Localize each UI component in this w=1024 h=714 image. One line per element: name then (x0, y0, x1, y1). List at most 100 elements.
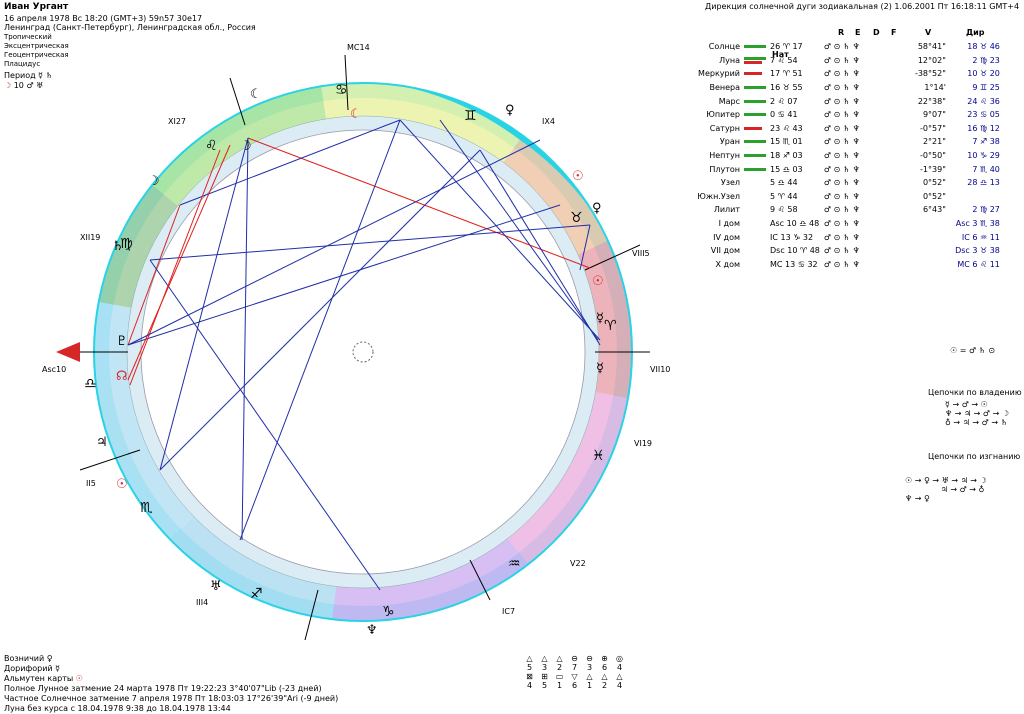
planet-bar (742, 162, 768, 176)
house-7-label: VII10 (650, 365, 670, 374)
dignity-cells: ♂ ⊙ ♄ ♆ (823, 69, 860, 79)
sun2-glyph: ☉ (592, 274, 604, 289)
planet-direction: Asc 3 ♏ 38 (955, 219, 1000, 229)
planet-name: Лилит (713, 205, 740, 215)
count: 4 (616, 681, 623, 690)
planet-row: Южн.Узел 5 ♈ 44 ♂ ⊙ ♄ ♆ 0°52" (676, 190, 1002, 204)
dignity-cells: ♂ ⊙ ♄ ♆ (823, 205, 860, 215)
libra-glyph: ♎ (84, 376, 97, 392)
mars-glyph: ☽ (148, 174, 160, 189)
planet-bar (742, 230, 768, 244)
planet-name: Венера (709, 83, 740, 93)
aquarius-glyph: ♒ (508, 556, 521, 572)
planet-name: Сатурн (709, 123, 740, 133)
dignity-cells: ♂ ⊙ ♄ ♆ (823, 55, 860, 65)
planet-position: Dsc 10 ♈ 48 (770, 246, 820, 256)
planet-name: Плутон (709, 164, 740, 174)
count: 7 (571, 663, 578, 672)
planet-position: 7 ♌ 54 (770, 55, 798, 65)
planet-direction: Dsc 3 ♉ 38 (955, 246, 1000, 256)
sun-south-glyph: ☉ (116, 477, 128, 492)
moon-mc-glyph: ☾ (250, 87, 262, 102)
mercury2-glyph: ☿ (596, 361, 604, 376)
planet-position: 0 ♋ 41 (770, 110, 798, 120)
neptune-glyph: ♆ (366, 623, 378, 638)
figure-icon: △ (586, 672, 593, 681)
planet-direction: MC 6 ♌ 11 (957, 259, 1000, 269)
planet-bar (742, 81, 768, 95)
planet-direction: 2 ♍ 23 (972, 55, 1000, 65)
planet-position: 17 ♈ 51 (770, 69, 803, 79)
figure-icon: ⊠ (526, 672, 533, 681)
house-3-label: III4 (196, 598, 208, 607)
pisces-glyph: ♓ (592, 448, 605, 464)
house-11-label: XI27 (168, 117, 186, 126)
planet-bar (742, 176, 768, 190)
planet-bar (742, 190, 768, 204)
planet-aspect: 6°43" (922, 205, 946, 215)
figure-icon: ⊖ (586, 654, 593, 663)
count: 1 (556, 681, 563, 690)
dignity-cells: ♂ ⊙ ♄ ♆ (823, 232, 860, 242)
planet-row: VII дом Dsc 10 ♈ 48 ♂ ⊙ ♄ ♆ Dsc 3 ♉ 38 (676, 244, 1002, 258)
planet-direction: 7 ♏ 40 (972, 164, 1000, 174)
gemini-glyph: ♊ (464, 108, 477, 124)
ownership-title: Цепочки по владению (928, 388, 1022, 397)
planet-name: X дом (715, 259, 740, 269)
planet-aspect: 58°41" (917, 42, 946, 52)
dignity-cells: ♂ ⊙ ♄ ♆ (823, 137, 860, 147)
dignity-cells: ♂ ⊙ ♄ ♆ (823, 178, 860, 188)
count: 4 (616, 663, 623, 672)
exile-chain: ☉ → ♀ → ♅ → ♃ → ☽ ♃ → ♂ → ♁ ♆ → ♀ (905, 476, 987, 503)
planet-bar (742, 67, 768, 81)
jupiter-glyph: ♃ (96, 435, 108, 450)
almuten-label: Альмутен карты (4, 674, 74, 683)
planet-name: Уран (719, 137, 740, 147)
dignity-cells: ♂ ⊙ ♄ ♆ (823, 164, 860, 174)
pluto-glyph: ♇ (116, 334, 128, 349)
planet-position: Asc 10 ♎ 48 (770, 219, 820, 229)
planet-bar (742, 135, 768, 149)
uranus-glyph: ♅ (210, 579, 222, 594)
planet-direction: 10 ♑ 29 (967, 151, 1000, 161)
planet-row: X дом MC 13 ♋ 32 ♂ ⊙ ♄ ♆ MC 6 ♌ 11 (676, 258, 1002, 272)
house-2-label: II5 (86, 479, 96, 488)
mercury-glyph: ☿ (596, 311, 604, 326)
planet-bar (742, 108, 768, 122)
dignity-cells: ♂ ⊙ ♄ ♆ (823, 191, 860, 201)
figure-icon: △ (541, 654, 548, 663)
count: 5 (526, 663, 533, 672)
planet-aspect: -1°39" (920, 164, 946, 174)
planet-direction: 10 ♉ 20 (967, 69, 1000, 79)
planet-bar (742, 217, 768, 231)
sun-glyph: ☉ (572, 169, 584, 184)
planet-name: IV дом (713, 232, 740, 242)
planet-aspect (896, 244, 948, 258)
sagittarius-glyph: ♐ (250, 586, 263, 602)
planet-row: Юпитер 0 ♋ 41 ♂ ⊙ ♄ ♆ 9°07" 23 ♋ 05 (676, 108, 1002, 122)
count: 3 (586, 663, 593, 672)
house-6-label: VI19 (634, 439, 652, 448)
figure-icon: ◎ (616, 654, 623, 663)
dignity-cells: ♂ ⊙ ♄ ♆ (823, 123, 860, 133)
header-f: F (891, 28, 897, 37)
house-9-label: IX4 (542, 117, 555, 126)
house-mc-label: MC14 (347, 43, 370, 52)
planet-row: IV дом IC 13 ♑ 32 ♂ ⊙ ♄ ♆ IC 6 ♒ 11 (676, 230, 1002, 244)
figure-icon: ▭ (555, 672, 564, 681)
planet-row: Нептун 18 ♐ 03 ♂ ⊙ ♄ ♆ -0°50" 10 ♑ 29 (676, 149, 1002, 163)
planet-aspect: 0°52" (922, 178, 946, 188)
planet-row: Солнце 26 ♈ 17 ♂ ⊙ ♄ ♆ 58°41" 18 ♉ 46 (676, 40, 1002, 54)
scorpio-glyph: ♏ (140, 500, 153, 516)
planet-aspect: 0°52" (922, 191, 946, 201)
house-asc-label: Asc10 (42, 365, 66, 374)
planet-name: Меркурий (698, 69, 740, 79)
figure-icon: ⊞ (541, 672, 548, 681)
planet-direction (948, 190, 1002, 204)
exile-title: Цепочки по изгнанию (928, 452, 1021, 461)
planet-name: Луна (719, 55, 740, 65)
saturn-glyph: ♄ (112, 239, 124, 254)
figure-icon: ▽ (571, 672, 578, 681)
dorifory-label: Дорифорий (4, 664, 53, 673)
header-d: D (873, 28, 880, 37)
